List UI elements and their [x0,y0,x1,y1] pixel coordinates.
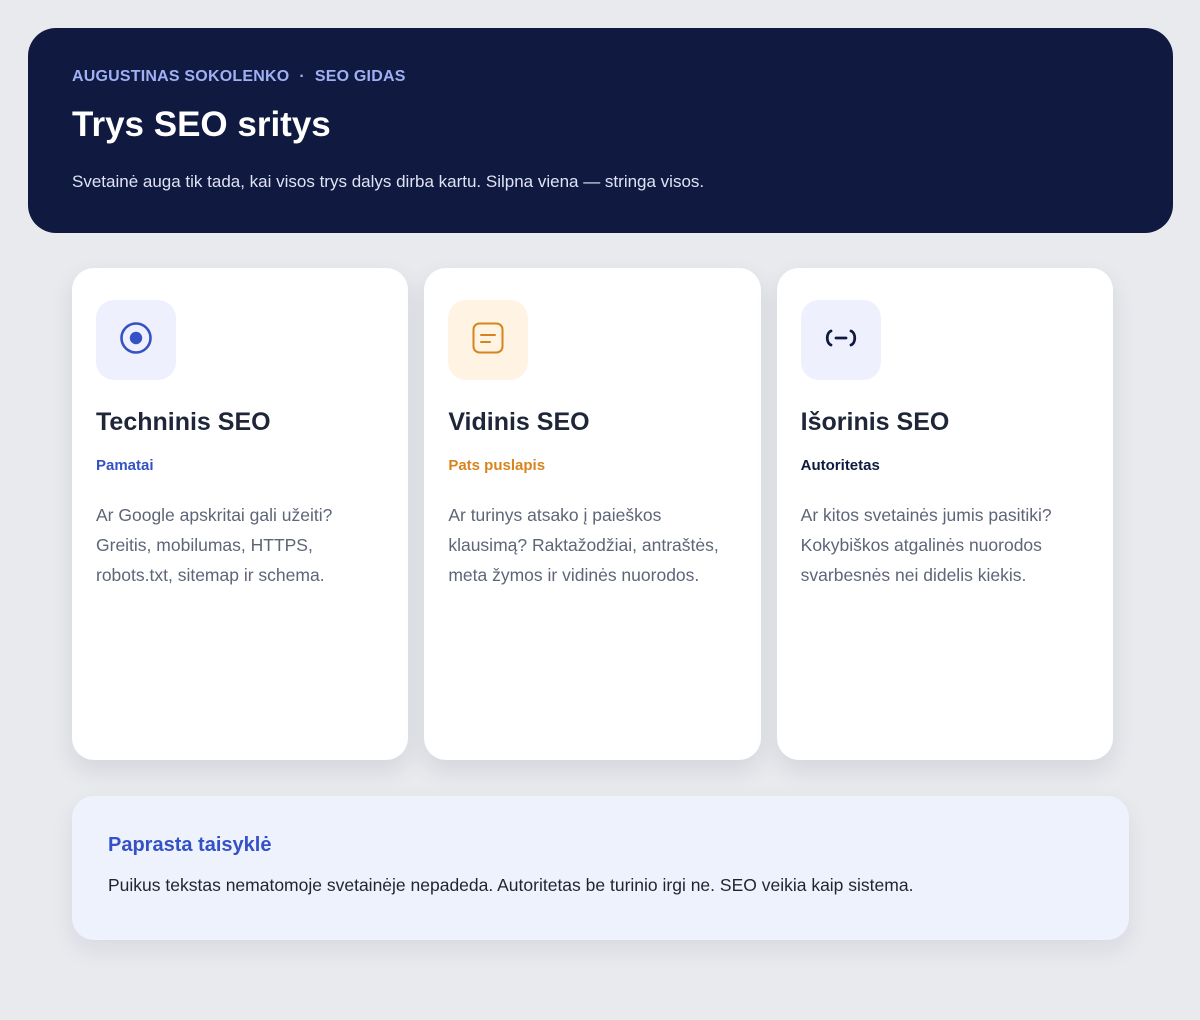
card-tag: Pats puslapis [448,457,546,474]
section-name: SEO GIDAS [314,68,406,85]
rule-text: Puikus tekstas nematomoje svetainėje nep… [108,875,914,895]
card-onpage-seo: Vidinis SEO Pats puslapis Ar turinys ats… [424,268,761,760]
card-grid: Techninis SEO Pamatai Ar Google apskrita… [72,268,1113,760]
card-description: Ar turinys atsako į paieškos klausimą? R… [448,505,719,585]
header-banner: AUGUSTINAS SOKOLENKO · SEO GIDAS Trys SE… [28,28,1173,233]
card-tag: Pamatai [96,457,154,474]
target-icon [119,321,153,360]
card-icon-box [448,300,529,380]
card-technical-seo: Techninis SEO Pamatai Ar Google apskrita… [72,268,409,760]
rule-callout: Paprasta taisyklė Puikus tekstas nematom… [72,796,1129,940]
page-subtitle: Svetainė auga tik tada, kai visos trys d… [72,171,705,191]
card-tag: Autoritetas [800,457,880,474]
link-icon [822,327,860,354]
eyebrow: AUGUSTINAS SOKOLENKO · SEO GIDAS [72,68,1129,86]
card-title: Techninis SEO [96,408,271,436]
page-title: Trys SEO sritys [72,105,331,144]
card-description: Ar kitos svetainės jumis pasitiki? Kokyb… [800,505,1052,585]
eyebrow-separator: · [299,68,305,85]
card-icon-box [800,300,881,380]
card-title: Išorinis SEO [800,408,950,436]
rule-title: Paprasta taisyklė [108,834,272,856]
page: AUGUSTINAS SOKOLENKO · SEO GIDAS Trys SE… [0,0,1200,1020]
card-icon-box [96,300,176,380]
card-offpage-seo: Išorinis SEO Autoritetas Ar kitos svetai… [776,268,1113,760]
card-title: Vidinis SEO [448,408,590,436]
document-icon [471,321,505,360]
card-description: Ar Google apskritai gali užeiti? Greitis… [96,505,333,585]
author-name: AUGUSTINAS SOKOLENKO [72,68,290,85]
